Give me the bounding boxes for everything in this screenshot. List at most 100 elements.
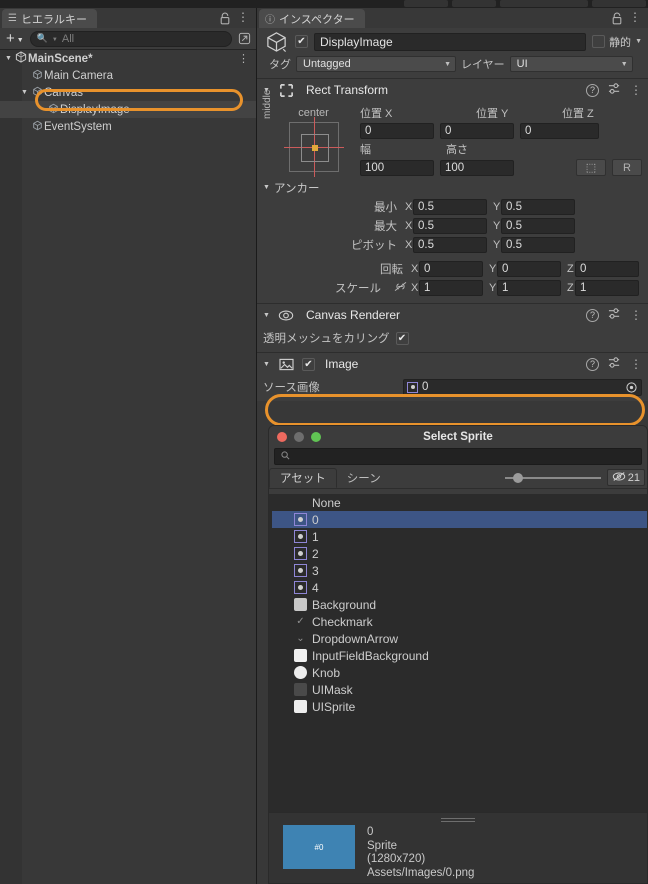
pos-y-input[interactable]: 0	[440, 123, 514, 139]
lock-icon[interactable]	[219, 12, 230, 25]
hierarchy-row[interactable]: ▼ Canvas	[0, 84, 256, 101]
anchor-preset-widget[interactable]: center middle	[262, 90, 352, 178]
sprite-list-item[interactable]: 1	[269, 528, 647, 545]
thumbnail-size-slider[interactable]	[505, 472, 601, 484]
sprite-list-item[interactable]: 2	[269, 545, 647, 562]
dialog-title-bar[interactable]: Select Sprite	[269, 426, 647, 448]
component-canvas-renderer: ▼ Canvas Renderer ? ⋮ 透明メッシュをカリング ✔	[257, 303, 648, 352]
rotation-y-input[interactable]: 0	[497, 260, 561, 277]
rotation-z-input[interactable]: 0	[575, 260, 639, 277]
width-input[interactable]: 100	[360, 159, 434, 176]
foldout-icon[interactable]: ▼	[263, 312, 272, 319]
maximize-button[interactable]	[311, 432, 321, 442]
anchor-max-y-input[interactable]: 0.5	[501, 217, 575, 234]
sprite-list-item[interactable]: ⌄ DropdownArrow	[269, 630, 647, 647]
hierarchy-row[interactable]: ▼ MainScene* ⋮	[0, 50, 256, 67]
toolbar-segment	[404, 0, 448, 7]
sprite-list-item[interactable]: Background	[269, 596, 647, 613]
canvas-renderer-header[interactable]: ▼ Canvas Renderer ? ⋮	[257, 304, 648, 326]
sprite-icon	[294, 530, 307, 543]
layer-dropdown[interactable]: UI ▼	[509, 56, 633, 72]
canvas-renderer-menu-icon[interactable]: ⋮	[630, 309, 642, 321]
scale-z-input[interactable]: 1	[575, 279, 639, 296]
preset-icon[interactable]	[608, 307, 621, 323]
preset-icon[interactable]	[608, 82, 621, 98]
image-menu-icon[interactable]: ⋮	[630, 358, 642, 370]
tab-inspector[interactable]: ⓘ インスペクター	[259, 9, 365, 28]
chevron-down-icon[interactable]: ▼	[635, 38, 642, 45]
blueprint-mode-button[interactable]: ⬚	[576, 159, 606, 176]
visibility-toggle-button[interactable]: 21	[606, 469, 645, 486]
link-broken-icon[interactable]	[389, 281, 411, 295]
foldout-icon[interactable]: ▼	[19, 89, 30, 96]
rect-transform-header[interactable]: ▼ Rect Transform ? ⋮	[257, 79, 648, 101]
resize-grip[interactable]	[441, 816, 475, 824]
hierarchy-row[interactable]: Main Camera	[0, 67, 256, 84]
sprite-list-item[interactable]: Knob	[269, 664, 647, 681]
add-gameobject-button[interactable]: + ▼	[4, 30, 26, 47]
rotation-x-input[interactable]: 0	[419, 260, 483, 277]
tab-hierarchy[interactable]: ☰ ヒエラルキー	[2, 9, 97, 28]
component-rect-transform: ▼ Rect Transform ? ⋮ center middle 位置 X …	[257, 78, 648, 303]
pivot-y-input[interactable]: 0.5	[501, 236, 575, 253]
sprite-list[interactable]: None 0 1 2 3 4 Background ✓ Checkmark ⌄ DropdownAr…	[269, 494, 647, 814]
sprite-list-item[interactable]: InputFieldBackground	[269, 647, 647, 664]
pivot-x-input[interactable]: 0.5	[413, 236, 487, 253]
sprite-list-item[interactable]: 4	[269, 579, 647, 596]
hierarchy-row[interactable]: EventSystem	[0, 118, 256, 135]
sprite-list-item-label: InputFieldBackground	[312, 648, 429, 663]
sprite-list-item[interactable]: 3	[269, 562, 647, 579]
anchor-max-x-input[interactable]: 0.5	[413, 217, 487, 234]
anchor-preset-diagram	[284, 117, 344, 177]
anchor-min-x-input[interactable]: 0.5	[413, 198, 487, 215]
cull-transparent-mesh-checkbox[interactable]: ✔	[395, 331, 409, 345]
tab-scene[interactable]: シーン	[337, 468, 391, 488]
static-checkbox[interactable]	[592, 35, 606, 48]
inspector-menu-icon[interactable]: ⋮	[629, 11, 641, 24]
axis-z-label: Z	[567, 281, 574, 294]
minimize-button[interactable]	[294, 432, 304, 442]
help-icon[interactable]: ?	[586, 357, 599, 371]
image-header[interactable]: ▼ ✔ Image ? ⋮	[257, 353, 648, 375]
help-icon[interactable]: ?	[586, 308, 599, 322]
rect-transform-menu-icon[interactable]: ⋮	[630, 84, 642, 96]
tab-assets[interactable]: アセット	[269, 468, 337, 488]
sprite-list-item[interactable]: None	[269, 494, 647, 511]
sprite-list-item[interactable]: 0	[269, 511, 647, 528]
preset-icon[interactable]	[608, 356, 621, 372]
source-image-object-field[interactable]: 0	[403, 378, 642, 396]
hierarchy-menu-icon[interactable]: ⋮	[237, 11, 249, 24]
scale-y-input[interactable]: 1	[497, 279, 561, 296]
hierarchy-search-input[interactable]: 🔍 ▼ All	[29, 30, 232, 47]
object-picker-icon[interactable]	[626, 381, 637, 396]
anchor-min-y-input[interactable]: 0.5	[501, 198, 575, 215]
image-enabled-checkbox[interactable]: ✔	[302, 357, 315, 371]
sprite-list-item[interactable]: UIMask	[269, 681, 647, 698]
static-label: 静的	[609, 36, 632, 49]
pos-x-input[interactable]: 0	[360, 123, 434, 139]
sprite-list-item[interactable]: ✓ Checkmark	[269, 613, 647, 630]
sprite-search-input[interactable]	[274, 448, 642, 465]
sprite-swatch-square	[294, 598, 307, 611]
close-button[interactable]	[277, 432, 287, 442]
scale-x-input[interactable]: 1	[419, 279, 483, 296]
anchors-foldout[interactable]: ▼ アンカー	[263, 178, 642, 197]
lock-icon[interactable]	[611, 12, 622, 25]
gameobject-name-input[interactable]: DisplayImage	[314, 32, 587, 51]
pos-z-input[interactable]: 0	[520, 123, 599, 139]
hierarchy-row[interactable]: DisplayImage	[0, 101, 256, 118]
tag-dropdown[interactable]: Untagged ▼	[296, 56, 456, 72]
help-icon[interactable]: ?	[586, 83, 599, 97]
sprite-list-item[interactable]: UISprite	[269, 698, 647, 715]
raw-edit-button[interactable]: R	[612, 159, 642, 176]
hierarchy-row-label: Canvas	[44, 86, 83, 99]
height-input[interactable]: 100	[440, 159, 514, 176]
gameobject-enabled-checkbox[interactable]: ✔	[295, 35, 308, 48]
axis-y-label: Y	[489, 262, 497, 275]
sprite-icon	[294, 581, 307, 594]
popout-icon[interactable]	[236, 31, 252, 47]
rotation-row: 回転 X 0 Y 0 Z 0	[263, 259, 642, 278]
foldout-icon[interactable]: ▼	[263, 361, 272, 368]
foldout-icon[interactable]: ▼	[3, 55, 14, 62]
hierarchy-row-menu-icon[interactable]: ⋮	[238, 52, 249, 65]
